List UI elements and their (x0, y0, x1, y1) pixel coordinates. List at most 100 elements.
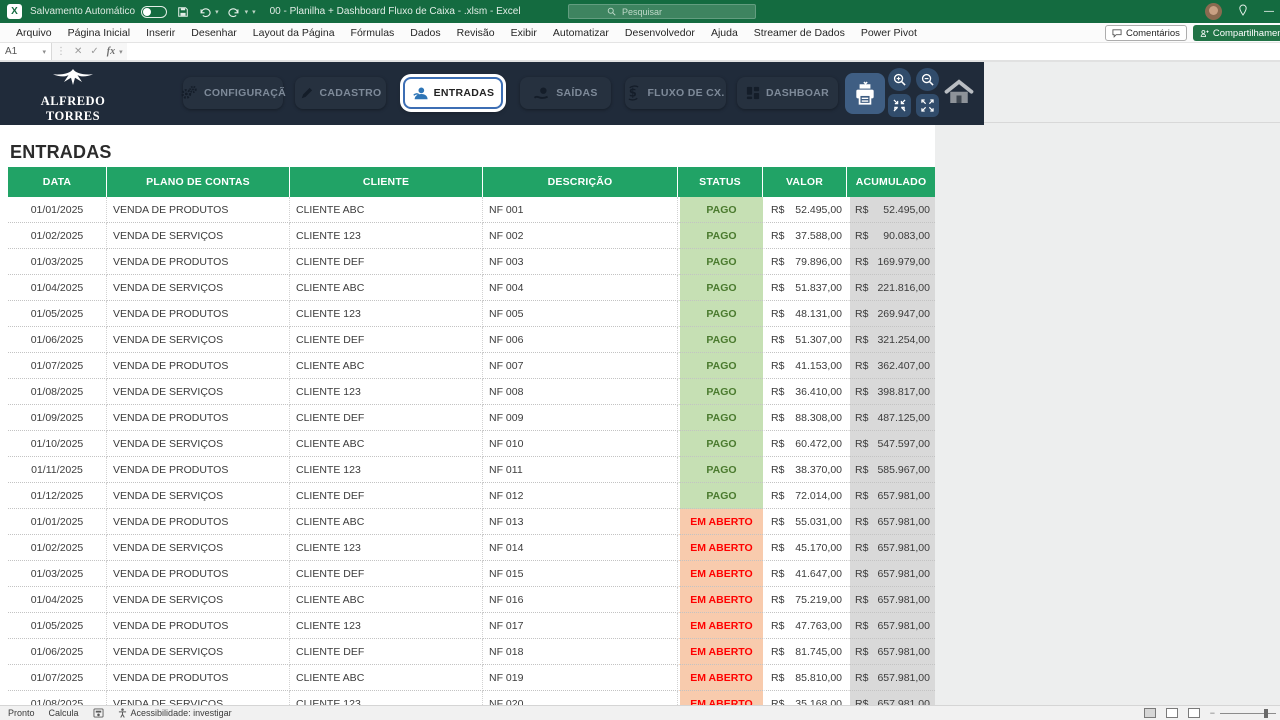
cell-descricao[interactable]: NF 008 (483, 379, 678, 405)
ribbon-tab[interactable]: Desenhar (183, 27, 245, 39)
cell-status[interactable]: EM ABERTO (678, 665, 763, 691)
cell-cliente[interactable]: CLIENTE DEF (290, 639, 483, 665)
cell-data[interactable]: 01/06/2025 (8, 327, 107, 353)
cell-cliente[interactable]: CLIENTE ABC (290, 431, 483, 457)
excel-app-icon[interactable]: X (7, 4, 22, 19)
cell-data[interactable]: 01/05/2025 (8, 613, 107, 639)
cell-cliente[interactable]: CLIENTE ABC (290, 197, 483, 223)
cell-valor[interactable]: R$ 85.810,00 (763, 665, 847, 691)
cell-valor[interactable]: R$ 35.168,00 (763, 691, 847, 705)
cell-plano[interactable]: VENDA DE PRODUTOS (107, 561, 290, 587)
cell-descricao[interactable]: NF 005 (483, 301, 678, 327)
cell-data[interactable]: 01/08/2025 (8, 379, 107, 405)
ribbon-tab[interactable]: Layout da Página (245, 27, 343, 39)
cell-data[interactable]: 01/01/2025 (8, 197, 107, 223)
cell-valor[interactable]: R$ 52.495,00 (763, 197, 847, 223)
cell-valor[interactable]: R$ 72.014,00 (763, 483, 847, 509)
cancel-entry-icon[interactable]: ✕ (70, 46, 86, 57)
cell-plano[interactable]: VENDA DE SERVIÇOS (107, 431, 290, 457)
normal-view-button[interactable] (1144, 708, 1156, 718)
cell-acumulado[interactable]: R$ 657.981,00 (847, 561, 935, 587)
cell-descricao[interactable]: NF 016 (483, 587, 678, 613)
cell-cliente[interactable]: CLIENTE DEF (290, 249, 483, 275)
cell-valor[interactable]: R$ 41.153,00 (763, 353, 847, 379)
cell-valor[interactable]: R$ 37.588,00 (763, 223, 847, 249)
cell-cliente[interactable]: CLIENTE ABC (290, 509, 483, 535)
cell-plano[interactable]: VENDA DE PRODUTOS (107, 301, 290, 327)
cell-acumulado[interactable]: R$ 657.981,00 (847, 691, 935, 705)
cell-acumulado[interactable]: R$ 657.981,00 (847, 535, 935, 561)
column-header-acumulado[interactable]: ACUMULADO (847, 167, 935, 197)
ribbon-tab[interactable]: Revisão (449, 27, 503, 39)
insert-function-icon[interactable]: fx (103, 46, 119, 57)
cell-acumulado[interactable]: R$ 221.816,00 (847, 275, 935, 301)
calculate-indicator[interactable]: Calcula (49, 708, 79, 718)
cell-plano[interactable]: VENDA DE SERVIÇOS (107, 327, 290, 353)
cell-cliente[interactable]: CLIENTE ABC (290, 275, 483, 301)
cell-status[interactable]: EM ABERTO (678, 561, 763, 587)
cell-valor[interactable]: R$ 55.031,00 (763, 509, 847, 535)
cell-descricao[interactable]: NF 010 (483, 431, 678, 457)
tab-fluxo-de-caixa[interactable]: $ FLUXO DE CX. (625, 77, 726, 109)
cell-acumulado[interactable]: R$ 398.817,00 (847, 379, 935, 405)
comments-button[interactable]: Comentários (1105, 25, 1187, 41)
cell-plano[interactable]: VENDA DE SERVIÇOS (107, 587, 290, 613)
cell-cliente[interactable]: CLIENTE DEF (290, 561, 483, 587)
cell-status[interactable]: EM ABERTO (678, 509, 763, 535)
cell-data[interactable]: 01/12/2025 (8, 483, 107, 509)
cell-cliente[interactable]: CLIENTE 123 (290, 613, 483, 639)
cell-valor[interactable]: R$ 41.647,00 (763, 561, 847, 587)
cell-valor[interactable]: R$ 60.472,00 (763, 431, 847, 457)
home-button[interactable] (941, 75, 977, 111)
cell-valor[interactable]: R$ 75.219,00 (763, 587, 847, 613)
tab-saidas[interactable]: SAÍDAS (520, 77, 611, 109)
cell-cliente[interactable]: CLIENTE ABC (290, 665, 483, 691)
cell-cliente[interactable]: CLIENTE DEF (290, 327, 483, 353)
save-icon[interactable] (177, 6, 189, 18)
cell-plano[interactable]: VENDA DE PRODUTOS (107, 613, 290, 639)
cell-plano[interactable]: VENDA DE SERVIÇOS (107, 483, 290, 509)
page-layout-view-button[interactable] (1166, 708, 1178, 718)
cell-status[interactable]: PAGO (678, 327, 763, 353)
tab-configuracao[interactable]: CONFIGURAÇÃ (183, 77, 283, 109)
autosave-control[interactable]: Salvamento Automático (30, 6, 167, 18)
cell-status[interactable]: EM ABERTO (678, 639, 763, 665)
cell-acumulado[interactable]: R$ 657.981,00 (847, 483, 935, 509)
zoom-out-button[interactable] (916, 68, 939, 91)
cell-descricao[interactable]: NF 001 (483, 197, 678, 223)
ribbon-tab[interactable]: Dados (402, 27, 448, 39)
zoom-slider-knob[interactable] (1264, 709, 1268, 718)
cell-data[interactable]: 01/05/2025 (8, 301, 107, 327)
cell-acumulado[interactable]: R$ 487.125,00 (847, 405, 935, 431)
cell-descricao[interactable]: NF 012 (483, 483, 678, 509)
cell-acumulado[interactable]: R$ 657.981,00 (847, 665, 935, 691)
cell-status[interactable]: PAGO (678, 483, 763, 509)
macro-record-icon[interactable] (93, 708, 104, 718)
ribbon-tab[interactable]: Inserir (138, 27, 183, 39)
expand-view-button[interactable] (916, 94, 939, 117)
cell-status[interactable]: PAGO (678, 301, 763, 327)
cell-descricao[interactable]: NF 019 (483, 665, 678, 691)
qat-more-icon[interactable]: ▾ (252, 8, 256, 16)
cell-valor[interactable]: R$ 47.763,00 (763, 613, 847, 639)
cell-data[interactable]: 01/08/2025 (8, 691, 107, 705)
cell-plano[interactable]: VENDA DE SERVIÇOS (107, 535, 290, 561)
cell-valor[interactable]: R$ 45.170,00 (763, 535, 847, 561)
cell-plano[interactable]: VENDA DE SERVIÇOS (107, 223, 290, 249)
user-avatar[interactable] (1205, 3, 1222, 20)
cell-plano[interactable]: VENDA DE SERVIÇOS (107, 275, 290, 301)
cell-descricao[interactable]: NF 003 (483, 249, 678, 275)
cell-acumulado[interactable]: R$ 321.254,00 (847, 327, 935, 353)
cell-descricao[interactable]: NF 015 (483, 561, 678, 587)
zoom-slider[interactable]: − (1210, 708, 1276, 718)
ribbon-tab[interactable]: Power Pivot (853, 27, 925, 39)
minimize-button[interactable]: — (1264, 6, 1274, 17)
tab-cadastro[interactable]: CADASTRO (295, 77, 386, 109)
zoom-slider-track[interactable] (1220, 713, 1276, 714)
cell-status[interactable]: PAGO (678, 223, 763, 249)
cell-descricao[interactable]: NF 011 (483, 457, 678, 483)
ribbon-tab[interactable]: Desenvolvedor (617, 27, 703, 39)
cell-cliente[interactable]: CLIENTE 123 (290, 379, 483, 405)
tab-entradas[interactable]: ENTRADAS (403, 77, 503, 109)
cell-status[interactable]: PAGO (678, 405, 763, 431)
